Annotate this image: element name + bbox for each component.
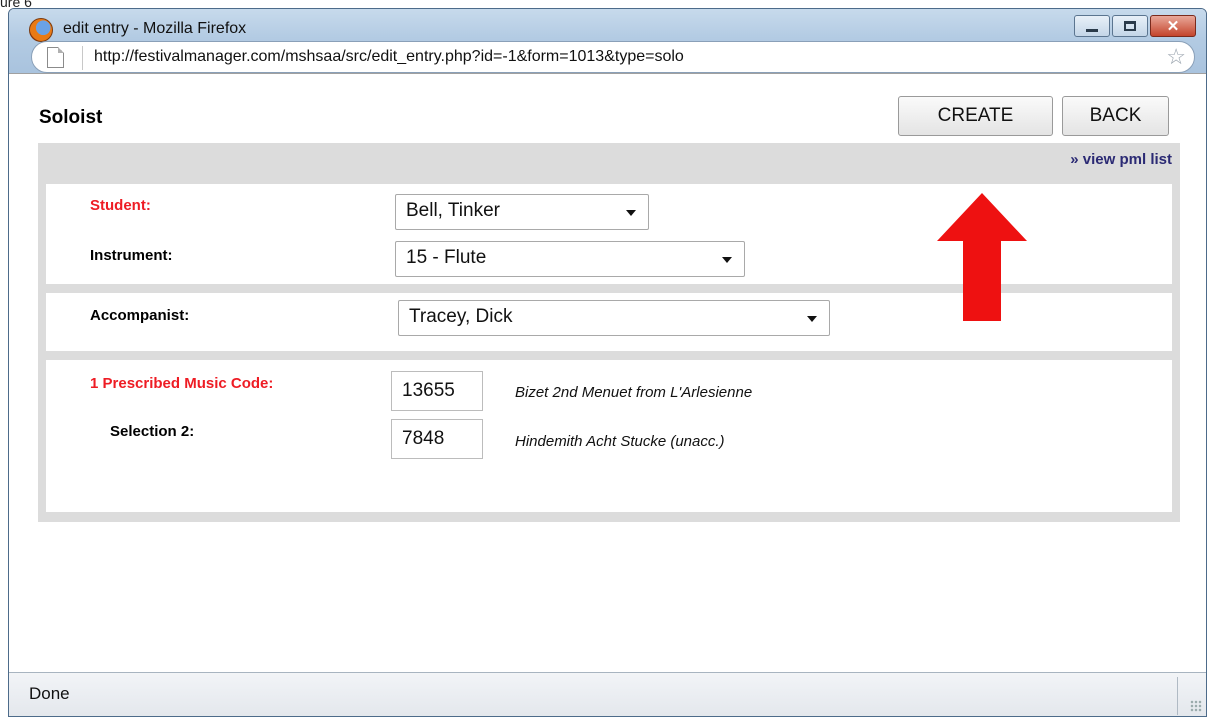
chevron-down-icon xyxy=(626,210,636,216)
maximize-icon xyxy=(1124,21,1136,31)
student-label: Student: xyxy=(90,197,151,214)
instrument-label: Instrument: xyxy=(90,247,173,264)
prescribed-music-code-label: 1 Prescribed Music Code: xyxy=(90,375,274,392)
music-section: 1 Prescribed Music Code: 13655 Bizet 2nd… xyxy=(46,360,1172,512)
selection-2-input[interactable]: 7848 xyxy=(391,419,483,459)
browser-window: edit entry - Mozilla Firefox ✕ http://fe… xyxy=(8,8,1207,717)
close-icon: ✕ xyxy=(1166,18,1180,35)
status-divider xyxy=(1177,677,1178,715)
maximize-button[interactable] xyxy=(1112,15,1148,37)
view-pml-list-link[interactable]: » view pml list xyxy=(1070,151,1172,168)
minimize-button[interactable] xyxy=(1074,15,1110,37)
annotation-arrow-shape xyxy=(937,193,1027,321)
firefox-logo-icon xyxy=(29,18,53,42)
address-divider xyxy=(82,46,83,70)
status-text: Done xyxy=(29,684,70,703)
chevron-down-icon xyxy=(722,257,732,263)
selection-2-label: Selection 2: xyxy=(110,423,195,440)
selection-2-title: Hindemith Acht Stucke (unacc.) xyxy=(515,433,725,450)
student-select-value: Bell, Tinker xyxy=(406,200,500,221)
accompanist-select[interactable]: Tracey, Dick xyxy=(398,300,830,336)
instrument-select-value: 15 - Flute xyxy=(406,247,487,268)
title-bar: edit entry - Mozilla Firefox ✕ http://fe… xyxy=(9,9,1206,73)
prescribed-music-code-input[interactable]: 13655 xyxy=(391,371,483,411)
create-button[interactable]: CREATE xyxy=(898,96,1053,136)
resize-grip-icon[interactable] xyxy=(1190,700,1202,712)
chevron-down-icon xyxy=(807,316,817,322)
annotation-arrow-icon xyxy=(937,193,1027,321)
window-title: edit entry - Mozilla Firefox xyxy=(63,20,247,37)
bookmark-star-icon[interactable]: ☆ xyxy=(1166,44,1186,70)
page-title: Soloist xyxy=(39,107,103,128)
back-button[interactable]: BACK xyxy=(1062,96,1169,136)
close-button[interactable]: ✕ xyxy=(1150,15,1196,37)
prescribed-music-title: Bizet 2nd Menuet from L'Arlesienne xyxy=(515,384,753,401)
instrument-select[interactable]: 15 - Flute xyxy=(395,241,745,277)
accompanist-label: Accompanist: xyxy=(90,307,190,324)
url-text[interactable]: http://festivalmanager.com/mshsaa/src/ed… xyxy=(94,48,684,66)
status-bar: Done xyxy=(9,672,1206,716)
student-select[interactable]: Bell, Tinker xyxy=(395,194,649,230)
page-icon xyxy=(47,47,64,68)
address-bar[interactable]: http://festivalmanager.com/mshsaa/src/ed… xyxy=(31,41,1195,73)
window-controls: ✕ xyxy=(1074,15,1196,37)
accompanist-select-value: Tracey, Dick xyxy=(409,306,513,327)
minimize-icon xyxy=(1086,28,1098,32)
